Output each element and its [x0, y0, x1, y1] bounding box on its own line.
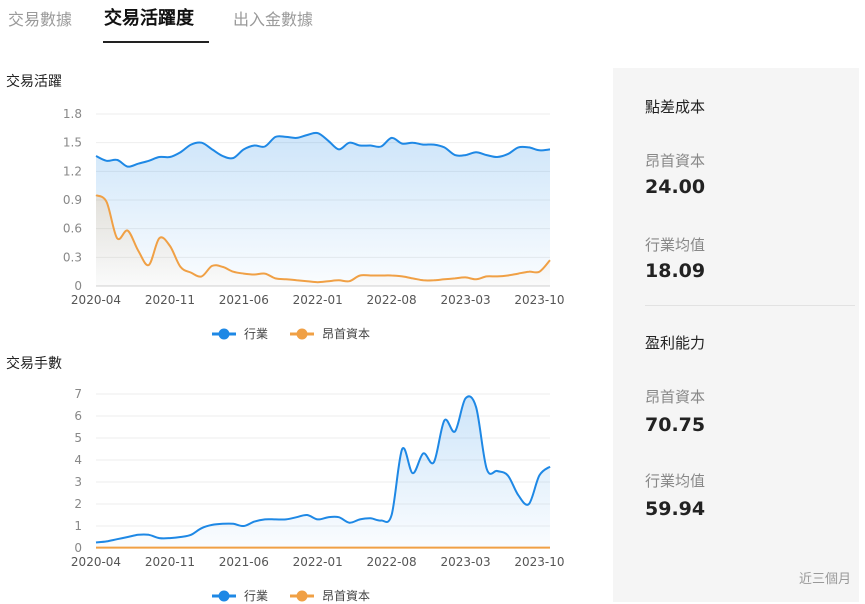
legend-swatch-dot — [296, 328, 308, 340]
legend-label: 昂首資本 — [322, 589, 370, 603]
x-tick-label: 2022-08 — [367, 293, 417, 307]
profit-industry-label: 行業均值 — [645, 472, 706, 490]
tab-trading-data[interactable]: 交易數據 — [8, 6, 72, 30]
x-tick-label: 2020-11 — [145, 293, 195, 307]
x-tick-label: 2020-11 — [145, 555, 195, 569]
profit-title: 盈利能力 — [645, 334, 706, 352]
x-tick-label: 2023-03 — [440, 293, 490, 307]
tab-bar: 交易數據 交易活躍度 出入金數據 — [0, 0, 560, 46]
y-tick-label: 1 — [74, 519, 82, 533]
y-tick-label: 0.3 — [63, 250, 82, 264]
cost-panel: 點差成本 昂首資本 24.00 行業均值 18.09 盈利能力 昂首資本 70.… — [613, 68, 859, 602]
y-tick-label: 0.9 — [63, 193, 82, 207]
x-tick-label: 2020-04 — [71, 293, 121, 307]
active-tab-indicator — [103, 41, 209, 43]
y-tick-label: 1.2 — [63, 164, 82, 178]
legend-swatch-dot — [218, 328, 230, 340]
x-tick-label: 2021-06 — [219, 293, 269, 307]
profit-industry-value: 59.94 — [645, 498, 706, 520]
legend-label: 行業 — [244, 589, 268, 603]
x-tick-label: 2023-03 — [440, 555, 490, 569]
panel-divider — [645, 305, 855, 306]
spread-company-value: 24.00 — [645, 176, 706, 198]
y-tick-label: 5 — [74, 431, 82, 445]
y-tick-label: 0 — [74, 279, 82, 293]
y-tick-label: 0.6 — [63, 222, 82, 236]
y-tick-label: 4 — [74, 453, 82, 467]
y-tick-label: 1.8 — [63, 107, 82, 121]
legend-label: 行業 — [244, 327, 268, 341]
spread-cost-title: 點差成本 — [645, 98, 706, 116]
period-footnote: 近三個月 — [798, 572, 851, 587]
x-tick-label: 2022-01 — [293, 555, 343, 569]
tab-deposit-withdrawal[interactable]: 出入金數據 — [233, 6, 313, 30]
profit-company-value: 70.75 — [645, 414, 706, 436]
legend-swatch-dot — [218, 590, 230, 602]
x-tick-label: 2020-04 — [71, 555, 121, 569]
spread-industry-label: 行業均值 — [645, 236, 706, 254]
lots-chart: 0 1 2 3 4 5 6 7 2020-04 2020-11 2021-06 2022-01 2022… — [71, 387, 565, 603]
y-tick-label: 2 — [74, 497, 82, 511]
x-tick-label: 2023-10 — [514, 555, 564, 569]
y-tick-label: 0 — [74, 541, 82, 555]
tab-trading-activity[interactable]: 交易活躍度 — [104, 4, 194, 30]
series-area-industry — [96, 396, 550, 548]
x-tick-label: 2021-06 — [219, 555, 269, 569]
chart-title-lots: 交易手數 — [6, 356, 62, 372]
profit-company-label: 昂首資本 — [645, 388, 706, 406]
spread-industry-value: 18.09 — [645, 260, 706, 282]
legend-swatch-dot — [296, 590, 308, 602]
x-tick-label: 2022-08 — [367, 555, 417, 569]
x-tick-label: 2023-10 — [514, 293, 564, 307]
legend-label: 昂首資本 — [322, 327, 370, 341]
y-tick-label: 6 — [74, 409, 82, 423]
y-tick-label: 7 — [74, 387, 82, 401]
y-tick-label: 1.5 — [63, 136, 82, 150]
activity-chart: 0 0.3 0.6 0.9 1.2 1.5 1.8 2020-04 2020-11 2021-06… — [63, 107, 565, 341]
x-tick-label: 2022-01 — [293, 293, 343, 307]
chart-title-activity: 交易活躍 — [6, 74, 62, 90]
spread-company-label: 昂首資本 — [645, 152, 706, 170]
y-tick-label: 3 — [74, 475, 82, 489]
